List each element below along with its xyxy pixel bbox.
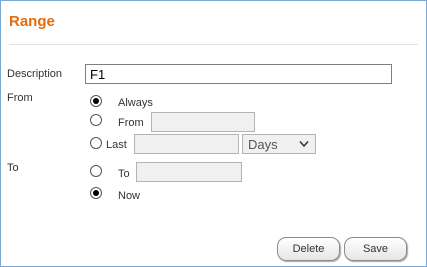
from-date-input[interactable] [151,112,255,132]
to-date-input[interactable] [136,162,242,182]
now-radio[interactable] [90,187,102,199]
now-label: Now [118,190,141,202]
from-date-radio[interactable] [90,114,102,126]
from-section-label: From [7,92,33,104]
panel-title: Range [9,13,55,30]
last-unit-value: Days [248,137,278,152]
last-label: Last [106,139,127,151]
always-label: Always [118,97,153,109]
last-unit-select[interactable]: Days [242,134,316,154]
delete-button[interactable]: Delete [277,237,340,261]
to-date-label: To [118,168,130,180]
to-date-radio[interactable] [90,165,102,177]
range-panel: Range Description From Always From Last … [0,0,427,267]
from-date-label: From [118,117,144,129]
description-input[interactable] [85,64,392,84]
to-section-label: To [7,162,19,174]
save-button[interactable]: Save [344,237,407,261]
last-radio[interactable] [90,137,102,149]
description-label: Description [7,68,63,80]
always-radio[interactable] [90,95,102,107]
title-divider [9,44,418,45]
last-count-input[interactable] [134,134,239,154]
chevron-down-icon [299,141,309,148]
